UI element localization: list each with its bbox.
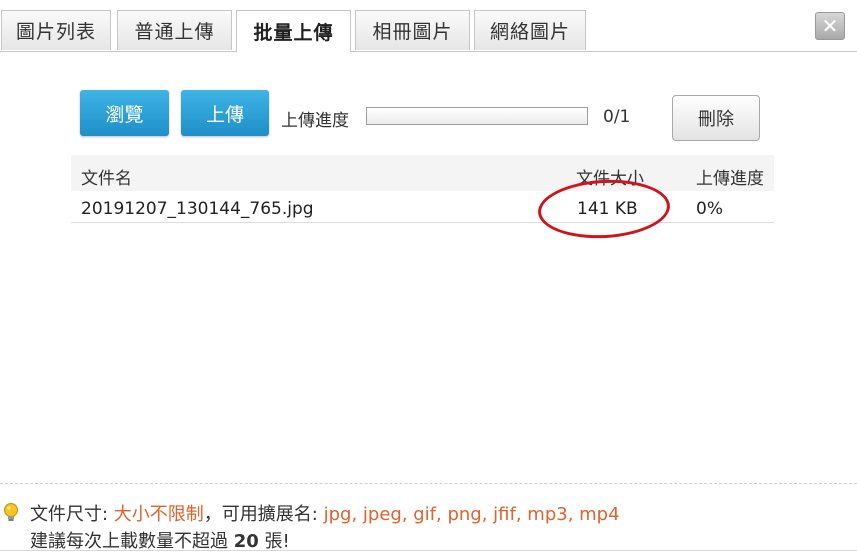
tab-batch-upload[interactable]: 批量上傳 [236, 10, 351, 52]
tab-label: 批量上傳 [253, 22, 334, 44]
tab-bar: 圖片列表 普通上傳 批量上傳 相冊圖片 網絡圖片 ✕ [0, 0, 857, 52]
tab-web-images[interactable]: 網絡圖片 [474, 10, 586, 50]
column-header-progress: 上傳進度 [696, 169, 764, 189]
tab-label: 普通上傳 [134, 21, 215, 43]
browse-button-label: 瀏覽 [105, 103, 144, 126]
advice-suffix: 張! [258, 531, 290, 552]
lightbulb-icon [4, 503, 18, 521]
tab-label: 圖片列表 [15, 21, 96, 43]
tab-label: 相冊圖片 [372, 21, 453, 43]
file-progress-cell: 0% [696, 199, 723, 219]
extension-label: ，可用擴展名: [203, 504, 324, 525]
tab-normal-upload[interactable]: 普通上傳 [117, 10, 232, 50]
tab-image-list[interactable]: 圖片列表 [1, 10, 111, 50]
delete-button-label: 刪除 [698, 109, 734, 130]
delete-button[interactable]: 刪除 [672, 95, 760, 141]
file-constraints-text: 文件尺寸: 大小不限制，可用擴展名: jpg, jpeg, gif, png, … [30, 500, 620, 526]
upload-progress-bar [366, 107, 588, 125]
upload-button-label: 上傳 [205, 103, 244, 126]
advice-prefix: 建議每次上載數量不超過 [30, 531, 234, 552]
tab-label: 網絡圖片 [489, 21, 570, 43]
upload-button[interactable]: 上傳 [181, 90, 269, 136]
close-button[interactable]: ✕ [815, 12, 845, 40]
upload-progress-count: 0/1 [603, 107, 631, 127]
column-header-filename: 文件名 [81, 169, 132, 189]
size-value: 大小不限制 [113, 504, 204, 525]
close-icon: ✕ [821, 14, 839, 38]
footer-divider [0, 483, 857, 484]
browse-button[interactable]: 瀏覽 [80, 90, 169, 136]
size-label: 文件尺寸: [30, 504, 114, 525]
advice-count: 20 [233, 531, 259, 552]
extension-value: jpg, jpeg, gif, png, jfif, mp3, mp4 [323, 504, 620, 525]
tab-album-images[interactable]: 相冊圖片 [355, 10, 470, 50]
file-table-header: 文件名 文件大小 上傳進度 [71, 155, 774, 191]
upload-progress-label: 上傳進度 [281, 111, 349, 131]
file-name-cell: 20191207_130144_765.jpg [81, 199, 314, 219]
footer-bottom-border [0, 550, 857, 551]
